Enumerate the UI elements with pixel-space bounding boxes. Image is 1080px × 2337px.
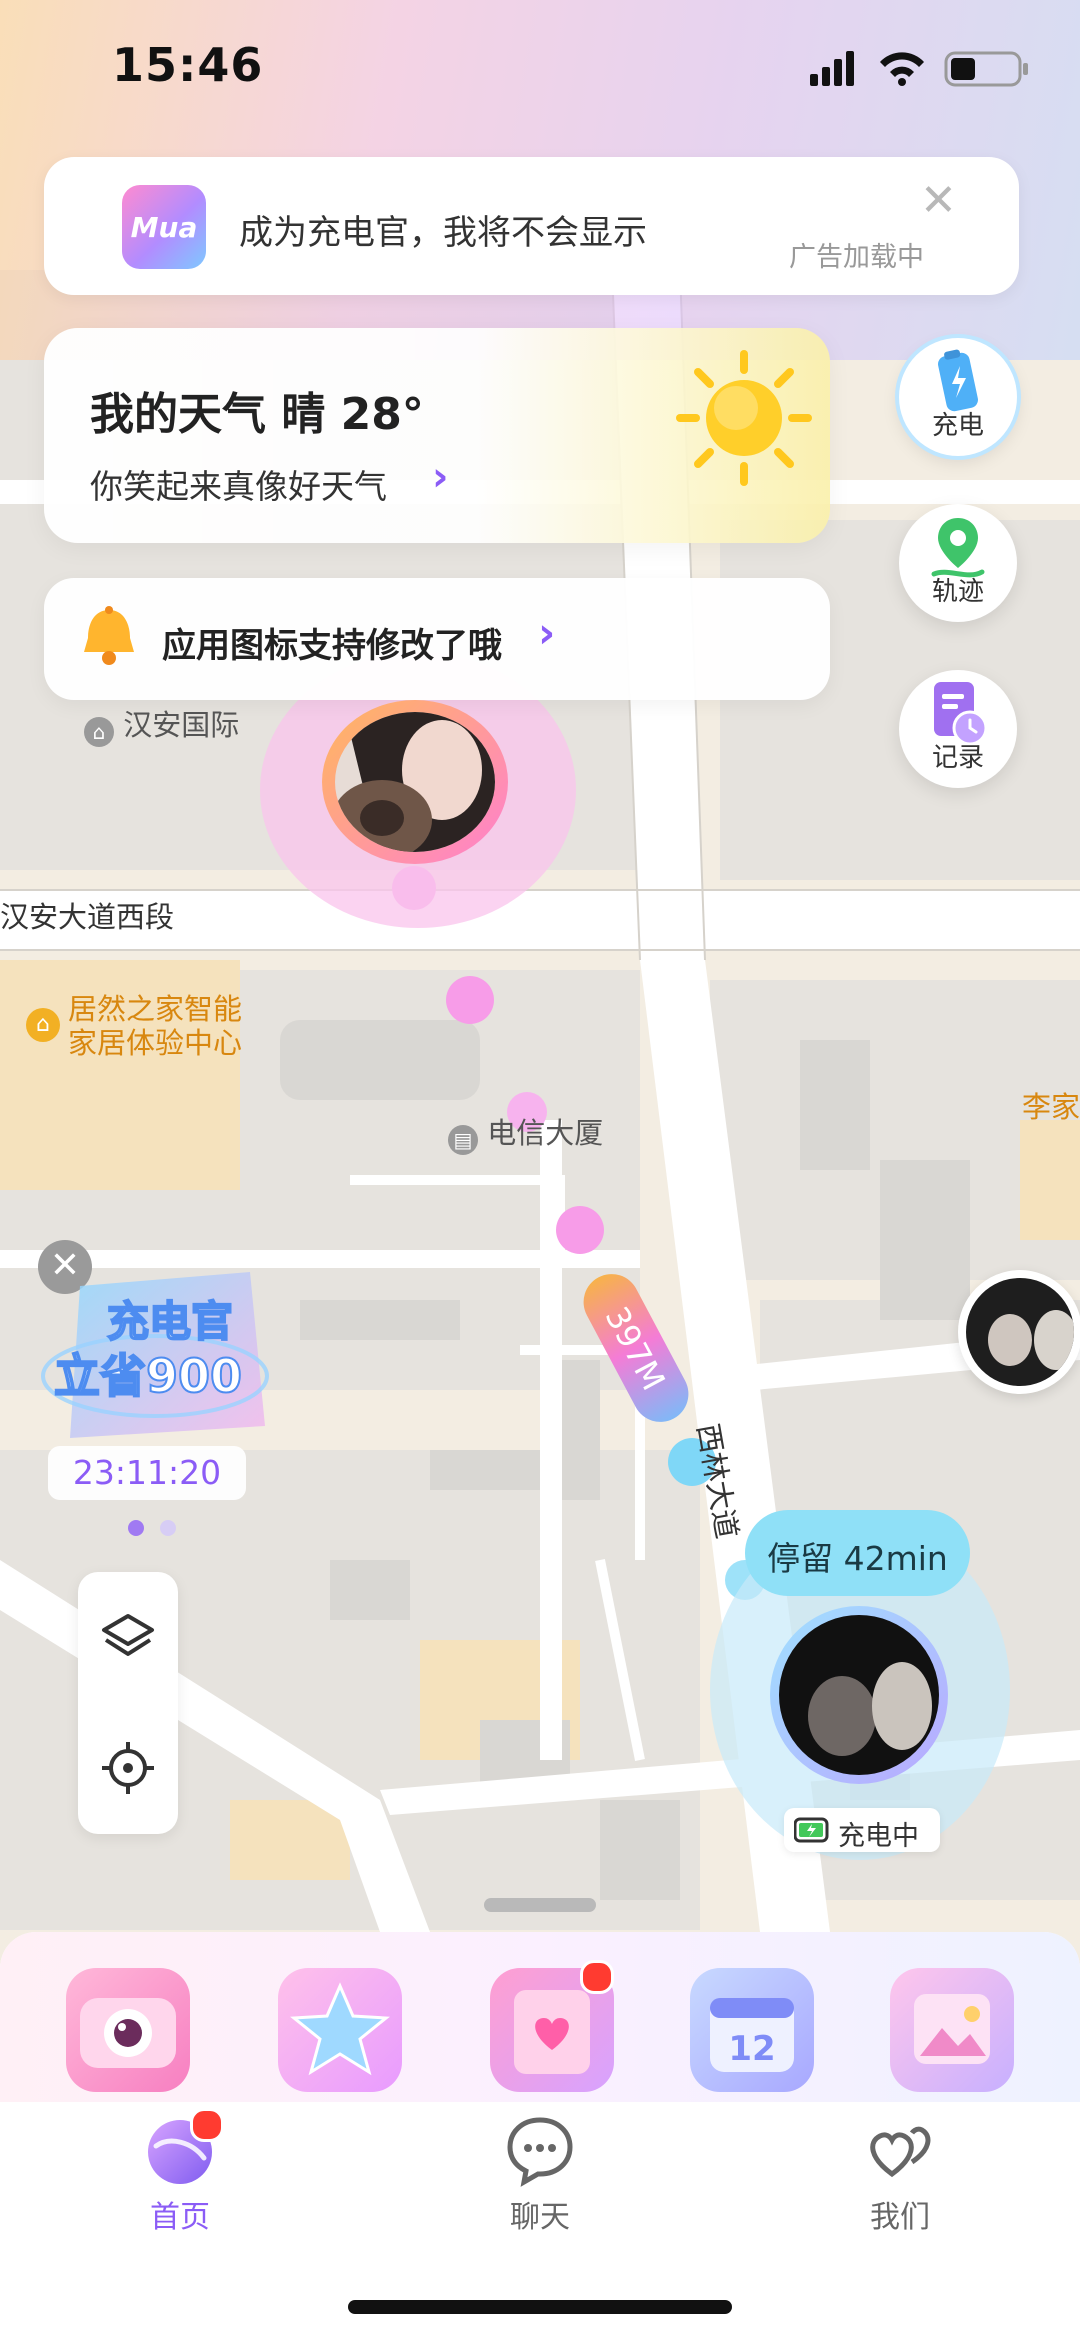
self-avatar-marker[interactable]	[770, 1606, 948, 1784]
weather-title: 我的天气 晴 28°	[90, 389, 424, 440]
charge-label: 充电	[931, 411, 984, 441]
sheet-drag-handle[interactable]	[484, 1898, 596, 1912]
mua-logo: Mua	[122, 185, 206, 269]
chevron-right-icon: ›	[538, 608, 556, 657]
charge-button[interactable]: 充电	[899, 338, 1017, 456]
map-label-hanan-road: 汉安大道西段	[0, 900, 175, 934]
track-label: 轨迹	[931, 577, 984, 607]
weather-card[interactable]: 我的天气 晴 28° 你笑起来真像好天气 ›	[44, 328, 830, 543]
locate-icon[interactable]	[98, 1738, 158, 1798]
promo-banner-graphic: 充电官 立省900	[41, 1272, 269, 1438]
diary-app-icon[interactable]	[490, 1960, 614, 2092]
layers-icon[interactable]	[98, 1608, 158, 1668]
tab-us[interactable]: 我们	[800, 2112, 1000, 2236]
chevron-right-icon: ›	[432, 454, 449, 500]
track-button[interactable]: 轨迹	[899, 504, 1017, 622]
stay-duration-bubble: 停留 42min	[745, 1510, 970, 1596]
svg-text:12: 12	[728, 2029, 775, 2069]
signal-icon	[810, 51, 854, 86]
bell-icon	[84, 606, 134, 665]
map-label-lijia: 李家	[1022, 1090, 1080, 1124]
wifi-icon	[880, 52, 924, 86]
ad-loading-text: 广告加载中	[789, 242, 924, 273]
record-label: 记录	[931, 743, 984, 773]
ad-banner[interactable]: Mua 成为充电官，我将不会显示 ✕ 广告加载中	[44, 157, 1019, 295]
shop-icon: ⌂	[26, 1008, 60, 1042]
notice-text: 应用图标支持修改了哦	[162, 626, 502, 666]
notice-card[interactable]: 应用图标支持修改了哦 ›	[44, 578, 830, 700]
building-icon: ▤	[448, 1125, 478, 1155]
tab-label: 聊天	[510, 2200, 570, 2235]
map-label-telecom: ▤ 电信大厦	[448, 1110, 603, 1155]
home-indicator	[348, 2300, 732, 2314]
photos-app-icon[interactable]	[890, 1968, 1014, 2092]
status-icons	[810, 51, 1028, 87]
map-label-hanan-intl: ⌂ 汉安国际	[84, 702, 239, 747]
chat-bubble-icon	[507, 2117, 573, 2187]
battery-icon	[944, 51, 1028, 87]
building-icon: ⌂	[84, 717, 114, 747]
calendar-app-icon[interactable]: 12	[690, 1968, 814, 2092]
notification-badge	[580, 1960, 614, 1994]
tab-home[interactable]: 首页	[80, 2108, 280, 2236]
ad-text: 成为充电官，我将不会显示	[239, 213, 647, 253]
svg-text:充电官: 充电官	[107, 1297, 233, 1346]
carousel-dot[interactable]	[160, 1520, 176, 1536]
svg-text:立省900: 立省900	[54, 1349, 242, 1403]
map-controls	[78, 1572, 178, 1834]
camera-app-icon[interactable]	[66, 1968, 190, 2092]
tab-label: 首页	[150, 2200, 210, 2235]
charging-badge: 充电中	[784, 1808, 940, 1852]
tab-chat[interactable]: 聊天	[440, 2112, 640, 2236]
hearts-icon	[870, 2126, 931, 2178]
friend-avatar-edge[interactable]	[958, 1270, 1080, 1394]
partner-avatar-marker[interactable]	[322, 700, 508, 864]
avatar	[335, 712, 495, 852]
avatar	[966, 1278, 1074, 1386]
sun-icon	[676, 350, 812, 486]
status-time: 15:46	[112, 38, 264, 92]
star-app-icon[interactable]	[278, 1968, 402, 2092]
charge-officer-promo[interactable]: 充电官 立省900	[40, 1266, 270, 1446]
bottom-sheet: 12 首页 聊天 我们	[0, 1932, 1080, 2337]
record-button[interactable]: 记录	[899, 670, 1017, 788]
weather-subtitle: 你笑起来真像好天气	[90, 467, 387, 506]
tab-label: 我们	[870, 2200, 930, 2235]
notification-badge	[190, 2108, 224, 2142]
avatar	[779, 1615, 939, 1775]
close-icon[interactable]: ✕	[920, 175, 957, 226]
map-label-poi: 居然之家智能 家居体验中心	[68, 992, 243, 1060]
carousel-dot-active[interactable]	[128, 1520, 144, 1536]
battery-charging-icon	[794, 1817, 829, 1843]
promo-timer: 23:11:20	[48, 1446, 246, 1500]
